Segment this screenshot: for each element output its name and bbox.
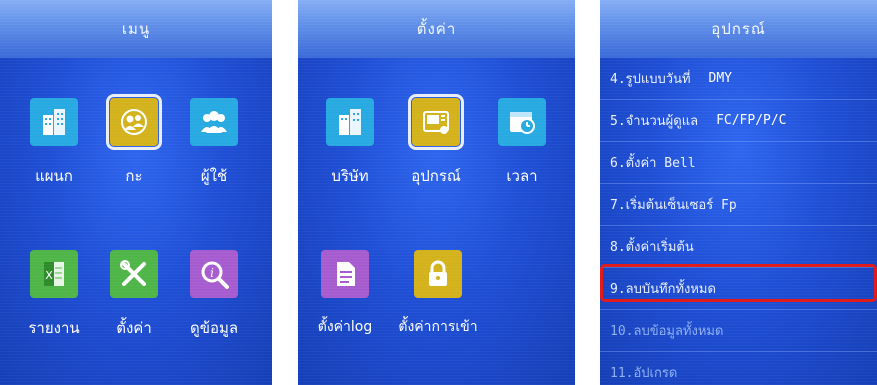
settings-titlebar: ตั้งค่า <box>298 0 575 58</box>
menu-item-report[interactable]: X รายงาน <box>14 250 94 340</box>
menu-screen: เมนู แผนก กะ ผู้ใช้ X รายงาน ตั้งค่า i ด… <box>0 0 272 385</box>
row-value: DMY <box>708 71 733 86</box>
settings-item-log[interactable]: ตั้งค่าlog <box>300 250 390 338</box>
settings-item-company[interactable]: บริษัท <box>310 98 390 188</box>
menu-item-label: ตั้งค่า <box>116 319 152 337</box>
settings-item-label: ตั้งค่าการเข้า <box>398 319 478 335</box>
menu-item-users[interactable]: ผู้ใช้ <box>174 98 254 188</box>
list-item-date-format[interactable]: 4.รูปแบบวันที่ DMY <box>600 58 877 100</box>
company-building-icon <box>326 98 374 146</box>
row-value: FC/FP/P/C <box>716 113 787 128</box>
menu-titlebar: เมนู <box>0 0 272 58</box>
list-item-factory-reset[interactable]: 8.ตั้งค่าเริ่มต้น <box>600 226 877 268</box>
info-search-icon: i <box>190 250 238 298</box>
settings-item-label: บริษัท <box>331 167 369 185</box>
device-title: อุปกรณ์ <box>711 20 766 38</box>
building-icon <box>30 98 78 146</box>
menu-item-label: รายงาน <box>28 319 80 337</box>
row-label: 7.เริ่มต้นเซ็นเซอร์ Fp <box>610 198 737 213</box>
menu-item-label: ผู้ใช้ <box>200 167 228 185</box>
list-item-bell[interactable]: 6.ตั้งค่า Bell <box>600 142 877 184</box>
row-label: 8.ตั้งค่าเริ่มต้น <box>610 240 694 255</box>
device-titlebar: อุปกรณ์ <box>600 0 877 58</box>
settings-screen: ตั้งค่า บริษัท อุปกรณ์ เวลา ตั้งค่าlog ต… <box>298 0 575 385</box>
users-icon <box>190 98 238 146</box>
list-item-fp-sensor[interactable]: 7.เริ่มต้นเซ็นเซอร์ Fp <box>600 184 877 226</box>
menu-item-settings[interactable]: ตั้งค่า <box>94 250 174 340</box>
settings-item-label: เวลา <box>506 167 538 185</box>
tools-icon <box>110 250 158 298</box>
menu-item-label: แผนก <box>35 167 73 185</box>
excel-report-icon: X <box>30 250 78 298</box>
row-label: 5.จำนวนผู้ดูแล <box>610 114 699 129</box>
settings-item-time[interactable]: เวลา <box>482 98 562 188</box>
menu-item-view-data[interactable]: i ดูข้อมูล <box>174 250 254 340</box>
row-label: 4.รูปแบบวันที่ <box>610 72 691 87</box>
row-label: 6.ตั้งค่า Bell <box>610 156 696 171</box>
row-label: 11.อัปเกรด <box>610 366 678 381</box>
svg-text:i: i <box>210 266 214 280</box>
list-item-delete-all-data[interactable]: 10.ลบข้อมูลทั้งหมด <box>600 310 877 352</box>
device-screen: อุปกรณ์ 4.รูปแบบวันที่ DMY 5.จำนวนผู้ดูแ… <box>600 0 877 385</box>
list-item-admin-count[interactable]: 5.จำนวนผู้ดูแล FC/FP/P/C <box>600 100 877 142</box>
device-settings-list: 4.รูปแบบวันที่ DMY 5.จำนวนผู้ดูแล FC/FP/… <box>600 58 877 385</box>
lock-icon <box>414 250 462 298</box>
calendar-clock-icon <box>498 98 546 146</box>
menu-item-label: กะ <box>125 167 143 185</box>
menu-item-shift[interactable]: กะ <box>94 94 174 188</box>
settings-item-label: ตั้งค่าlog <box>317 319 373 335</box>
menu-item-department[interactable]: แผนก <box>14 98 94 188</box>
device-icon <box>408 94 464 150</box>
svg-text:X: X <box>45 269 53 282</box>
row-label: 10.ลบข้อมูลทั้งหมด <box>610 324 724 339</box>
document-icon <box>321 250 369 298</box>
menu-title: เมนู <box>121 20 151 38</box>
settings-item-label: อุปกรณ์ <box>411 167 461 185</box>
settings-item-access[interactable]: ตั้งค่าการเข้า <box>388 250 488 338</box>
list-item-upgrade[interactable]: 11.อัปเกรด <box>600 352 877 385</box>
menu-item-label: ดูข้อมูล <box>189 319 239 337</box>
highlight-box <box>600 264 877 302</box>
shift-people-icon <box>106 94 162 150</box>
settings-item-device[interactable]: อุปกรณ์ <box>396 94 476 188</box>
settings-title: ตั้งค่า <box>416 20 457 38</box>
